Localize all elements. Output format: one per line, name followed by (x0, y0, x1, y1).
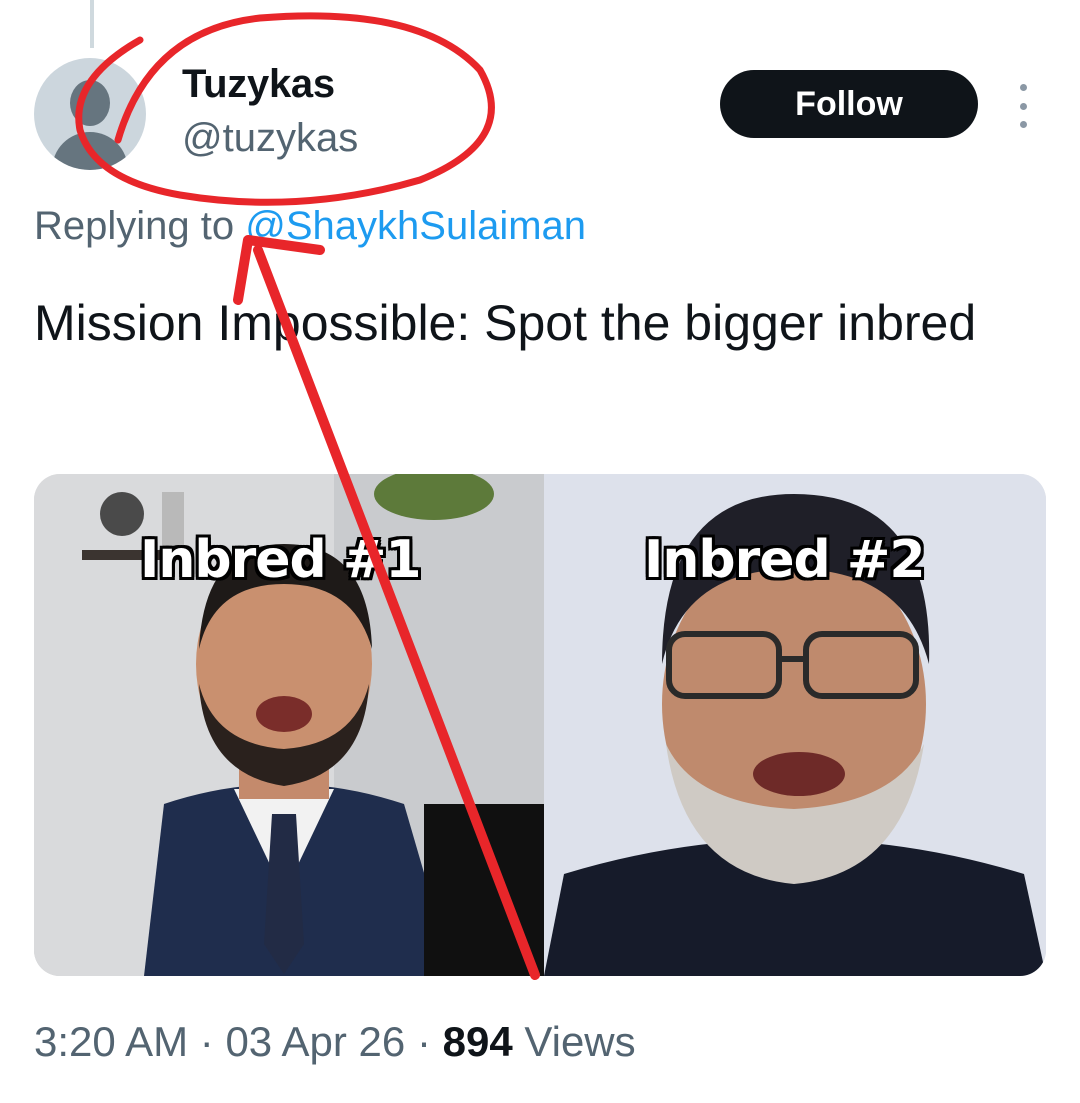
replying-prefix: Replying to (34, 204, 235, 248)
replying-to-link[interactable]: @ShaykhSulaiman (245, 204, 586, 248)
tweet-time[interactable]: 3:20 AM (34, 1018, 188, 1065)
author-display-name[interactable]: Tuzykas (182, 62, 335, 107)
more-vertical-icon[interactable] (1008, 84, 1038, 128)
tweet-detail: Tuzykas @tuzykas Follow Replying to @Sha… (0, 0, 1080, 1103)
views-count[interactable]: 894 (443, 1018, 513, 1065)
follow-button[interactable]: Follow (720, 70, 978, 138)
media-panel-right[interactable]: Inbred #2 (544, 474, 1046, 976)
caption-left: Inbred #1 (140, 530, 422, 590)
thread-connector-line (90, 0, 94, 48)
avatar[interactable] (34, 58, 146, 170)
caption-right: Inbred #2 (644, 530, 926, 590)
timestamp-row: 3:20 AM · 03 Apr 26 · 894 Views (34, 1018, 636, 1065)
media-panel-left[interactable]: Inbred #1 (34, 474, 544, 976)
tweet-date[interactable]: 03 Apr 26 (225, 1018, 405, 1065)
default-avatar-icon (70, 80, 110, 126)
tweet-media[interactable]: Inbred #1 Inbred #2 (34, 474, 1046, 976)
views-label: Views (524, 1018, 636, 1065)
tweet-text: Mission Impossible: Spot the bigger inbr… (34, 295, 977, 351)
replying-to-line: Replying to @ShaykhSulaiman (34, 204, 586, 249)
author-handle[interactable]: @tuzykas (182, 116, 358, 161)
